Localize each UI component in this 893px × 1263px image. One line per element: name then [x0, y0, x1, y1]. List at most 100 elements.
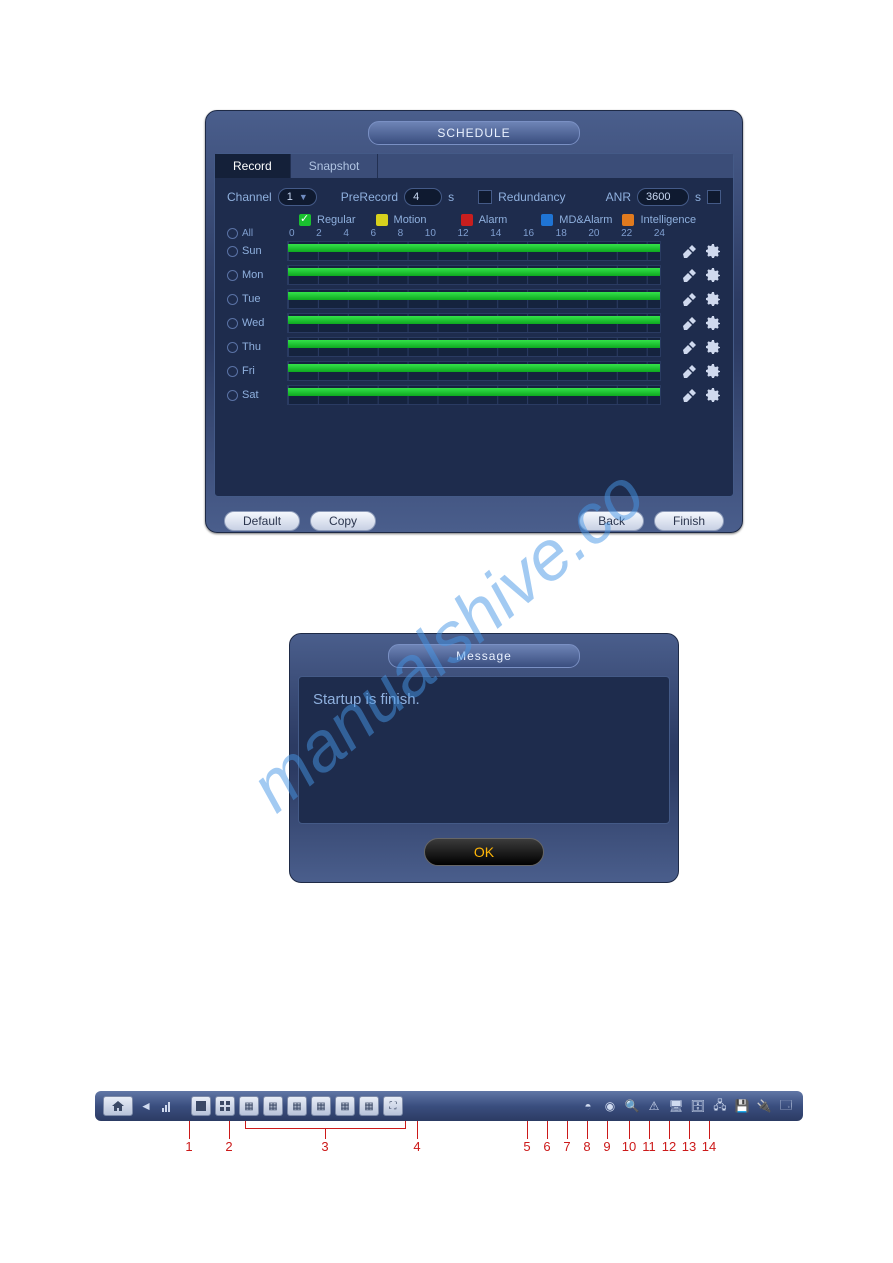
schedule-bar[interactable]: [287, 361, 661, 381]
schedule-bar[interactable]: [287, 241, 661, 261]
day-radio[interactable]: [227, 246, 238, 257]
annotation-number: 3: [321, 1139, 328, 1154]
day-label: Sun: [242, 245, 262, 257]
legend-motion-box: [376, 214, 388, 226]
message-window: Message Startup is finish. OK: [289, 633, 679, 883]
annotation-tick: [649, 1121, 650, 1139]
all-radio[interactable]: [227, 228, 238, 239]
view-custom-button[interactable]: ▦: [359, 1096, 379, 1116]
day-label: Sat: [242, 389, 259, 401]
channel-info-icon[interactable]: 🖥: [667, 1097, 685, 1115]
message-body: Startup is finish.: [298, 676, 670, 824]
eraser-icon[interactable]: [681, 291, 697, 307]
hdd-icon[interactable]: 💾: [733, 1097, 751, 1115]
view-9-button[interactable]: ▦: [263, 1096, 283, 1116]
view-8-button[interactable]: ▦: [239, 1096, 259, 1116]
eraser-icon[interactable]: [681, 387, 697, 403]
day-radio[interactable]: [227, 318, 238, 329]
search-icon[interactable]: 🔍: [623, 1097, 641, 1115]
day-radio[interactable]: [227, 270, 238, 281]
gear-icon[interactable]: [705, 339, 721, 355]
day-label: Wed: [242, 317, 264, 329]
gear-icon[interactable]: [705, 315, 721, 331]
schedule-bar[interactable]: [287, 289, 661, 309]
remote-icon[interactable]: 🗄: [689, 1097, 707, 1115]
scale-tick: 16: [523, 228, 534, 239]
signal-icon[interactable]: [159, 1097, 177, 1115]
options-row: Channel 1 ▼ PreRecord 4 s Redundancy ANR…: [215, 178, 733, 214]
day-radio[interactable]: [227, 342, 238, 353]
day-row-sun: Sun: [227, 239, 721, 263]
legend-row: Regular Motion Alarm MD&Alarm Intelligen…: [299, 214, 721, 226]
gear-icon[interactable]: [705, 243, 721, 259]
back-button[interactable]: Back: [579, 511, 644, 531]
alarm-icon[interactable]: ⚠: [645, 1097, 663, 1115]
schedule-bar[interactable]: [287, 337, 661, 357]
annotation-number: 9: [603, 1139, 610, 1154]
anr-input[interactable]: 3600: [637, 188, 689, 206]
legend-motion: Motion: [394, 214, 427, 226]
gear-icon[interactable]: [705, 363, 721, 379]
legend-intelligence-box: [622, 214, 634, 226]
default-button[interactable]: Default: [224, 511, 300, 531]
day-row-fri: Fri: [227, 359, 721, 383]
annotation-number: 11: [642, 1139, 656, 1154]
fullscreen-button[interactable]: ⛶: [383, 1096, 403, 1116]
gear-icon[interactable]: [705, 267, 721, 283]
tab-snapshot[interactable]: Snapshot: [291, 154, 379, 178]
color-icon[interactable]: ◉: [601, 1097, 619, 1115]
annotation-number: 1: [185, 1139, 192, 1154]
schedule-bar[interactable]: [287, 313, 661, 333]
finish-button[interactable]: Finish: [654, 511, 724, 531]
day-row-thu: Thu: [227, 335, 721, 359]
scale-row: All 0 2 4 6 8 10 12 14 16 18 20 22 24: [227, 228, 721, 239]
prerecord-label: PreRecord: [341, 190, 398, 204]
annotation-tick: [587, 1121, 588, 1139]
schedule-bar[interactable]: [287, 265, 661, 285]
all-label: All: [242, 228, 253, 239]
eraser-icon[interactable]: [681, 363, 697, 379]
copy-button[interactable]: Copy: [310, 511, 376, 531]
ok-button[interactable]: OK: [424, 838, 544, 866]
channel-select[interactable]: 1 ▼: [278, 188, 317, 206]
ptz-icon[interactable]: ◓: [579, 1097, 597, 1115]
redundancy-label: Redundancy: [498, 190, 565, 204]
back-arrow-icon[interactable]: ◄: [137, 1097, 155, 1115]
system-icon[interactable]: 🗔: [777, 1097, 795, 1115]
gear-icon[interactable]: [705, 387, 721, 403]
day-label: Fri: [242, 365, 255, 377]
legend-alarm: Alarm: [479, 214, 508, 226]
eraser-icon[interactable]: [681, 339, 697, 355]
legend-intelligence: Intelligence: [640, 214, 696, 226]
eraser-icon[interactable]: [681, 243, 697, 259]
scale-tick: 12: [458, 228, 469, 239]
day-radio[interactable]: [227, 366, 238, 377]
view-1-button[interactable]: [191, 1096, 211, 1116]
gear-icon[interactable]: [705, 291, 721, 307]
network-icon[interactable]: 🖧: [711, 1097, 729, 1115]
prerecord-input[interactable]: 4: [404, 188, 442, 206]
day-radio[interactable]: [227, 390, 238, 401]
view-25-button[interactable]: ▦: [311, 1096, 331, 1116]
anr-checkbox[interactable]: [707, 190, 721, 204]
eraser-icon[interactable]: [681, 267, 697, 283]
view-36-button[interactable]: ▦: [335, 1096, 355, 1116]
view-16-button[interactable]: ▦: [287, 1096, 307, 1116]
legend-mdalarm: MD&Alarm: [559, 214, 612, 226]
day-radio[interactable]: [227, 294, 238, 305]
channel-label: Channel: [227, 190, 272, 204]
annotation-number: 12: [662, 1139, 676, 1154]
annotation-tick: [417, 1121, 418, 1139]
annotation-tick: [629, 1121, 630, 1139]
schedule-bar[interactable]: [287, 385, 661, 405]
annotation-tick: [189, 1121, 190, 1139]
scale-tick: 0: [289, 228, 295, 239]
redundancy-checkbox[interactable]: [478, 190, 492, 204]
home-button[interactable]: [103, 1096, 133, 1116]
usb-icon[interactable]: 🔌: [755, 1097, 773, 1115]
tab-record[interactable]: Record: [215, 154, 291, 178]
legend-regular: Regular: [317, 214, 356, 226]
view-4-button[interactable]: [215, 1096, 235, 1116]
eraser-icon[interactable]: [681, 315, 697, 331]
day-row-tue: Tue: [227, 287, 721, 311]
